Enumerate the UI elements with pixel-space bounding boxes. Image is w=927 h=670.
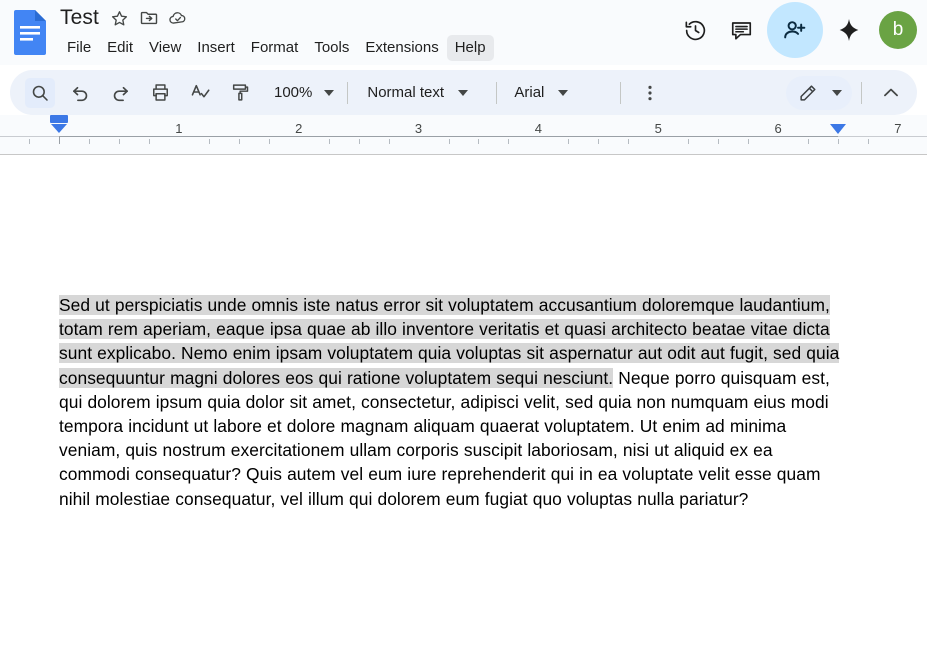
paint-format-button[interactable] <box>225 78 255 108</box>
document-page[interactable]: Sed ut perspiciatis unde omnis iste natu… <box>0 169 927 670</box>
chevron-down-icon <box>832 89 842 96</box>
search-button[interactable] <box>25 77 55 108</box>
zoom-value: 100% <box>274 84 313 101</box>
chevron-down-icon <box>558 89 569 96</box>
header-actions: b <box>675 0 919 60</box>
undo-button[interactable] <box>65 78 95 108</box>
ruler-number: 6 <box>774 121 782 136</box>
menu-view[interactable]: View <box>141 35 189 61</box>
toolbar-divider <box>347 81 349 104</box>
ruler-number: 2 <box>295 121 303 136</box>
account-avatar[interactable]: b <box>879 11 917 49</box>
document-title[interactable]: Test <box>58 4 101 32</box>
print-button[interactable] <box>145 78 175 108</box>
font-dropdown[interactable]: Arial <box>506 78 611 108</box>
ruler-tick <box>628 139 630 144</box>
ruler-marks: 1 2 3 4 5 6 7 <box>0 121 927 147</box>
document-body[interactable]: Sed ut perspiciatis unde omnis iste natu… <box>59 293 844 511</box>
menu-help[interactable]: Help <box>446 35 494 61</box>
more-options-button[interactable] <box>635 78 665 108</box>
ruler-tick <box>718 139 720 144</box>
gemini-star-icon[interactable] <box>829 10 869 50</box>
star-icon[interactable] <box>110 8 130 28</box>
paragraph-style-dropdown[interactable]: Normal text <box>357 78 487 108</box>
toolbar-divider <box>496 81 498 104</box>
zoom-control[interactable]: 100% <box>266 78 338 108</box>
share-button[interactable] <box>767 2 823 58</box>
font-value: Arial <box>514 84 545 101</box>
google-docs-window: Test File Edit View Insert Format Tools … <box>0 0 927 670</box>
menu-tools[interactable]: Tools <box>306 35 357 61</box>
toolbar-divider <box>861 81 862 104</box>
paragraph-1[interactable]: Sed ut perspiciatis unde omnis iste natu… <box>59 293 844 511</box>
pencil-icon <box>800 85 816 101</box>
google-docs-logo[interactable] <box>12 9 48 55</box>
ruler-tick <box>268 139 270 144</box>
cloud-saved-icon[interactable] <box>168 8 188 28</box>
ruler-tick <box>598 139 600 144</box>
ruler-tick <box>748 139 750 144</box>
ruler-tick <box>388 139 390 144</box>
menu-format[interactable]: Format <box>243 35 307 61</box>
ruler[interactable]: 1 2 3 4 5 6 7 <box>0 115 927 155</box>
ruler-tick <box>508 139 510 144</box>
ruler-tick <box>148 139 150 144</box>
move-to-folder-icon[interactable] <box>139 8 159 28</box>
ruler-tick <box>867 139 869 144</box>
ruler-tick <box>358 139 360 144</box>
ruler-tick <box>478 139 480 144</box>
ruler-number: 7 <box>894 121 902 136</box>
toolbar-divider <box>620 81 622 104</box>
ruler-tick <box>808 139 810 144</box>
hide-menus-button[interactable] <box>876 78 906 108</box>
ruler-tick <box>838 139 839 144</box>
ruler-tick <box>688 139 690 144</box>
ruler-tick <box>118 139 120 144</box>
chevron-down-icon <box>458 89 469 96</box>
ruler-tick <box>59 136 60 144</box>
ruler-tick <box>29 139 31 144</box>
ruler-number: 1 <box>175 121 183 136</box>
chevron-down-icon <box>324 89 335 96</box>
ruler-tick <box>568 139 570 144</box>
ruler-number: 4 <box>534 121 542 136</box>
comment-icon[interactable] <box>721 10 761 50</box>
version-history-icon[interactable] <box>675 10 715 50</box>
ruler-tick <box>208 139 210 144</box>
right-indent-marker[interactable] <box>830 124 846 134</box>
menu-insert[interactable]: Insert <box>189 35 243 61</box>
paragraph-style-value: Normal text <box>367 84 445 101</box>
unselected-text[interactable]: Neque porro quisquam est, qui dolorem ip… <box>59 368 830 509</box>
ruler-tick <box>88 139 90 144</box>
main-toolbar: 100% Normal text Arial <box>10 70 917 115</box>
toolbar-right-group <box>786 70 911 115</box>
redo-button[interactable] <box>105 78 135 108</box>
ruler-tick <box>328 139 330 144</box>
ruler-tick <box>238 139 240 144</box>
menu-file[interactable]: File <box>59 35 99 61</box>
left-indent-marker[interactable] <box>50 115 68 133</box>
spellcheck-button[interactable] <box>185 78 215 108</box>
ruler-tick <box>448 139 450 144</box>
ruler-number: 5 <box>654 121 662 136</box>
ruler-number: 3 <box>414 121 423 136</box>
editing-mode-button[interactable] <box>786 75 852 110</box>
first-line-indent-handle[interactable] <box>50 115 68 123</box>
menu-extensions[interactable]: Extensions <box>357 35 446 61</box>
app-header: Test File Edit View Insert Format Tools … <box>0 0 927 65</box>
menu-edit[interactable]: Edit <box>99 35 141 61</box>
left-indent-handle[interactable] <box>51 124 67 133</box>
